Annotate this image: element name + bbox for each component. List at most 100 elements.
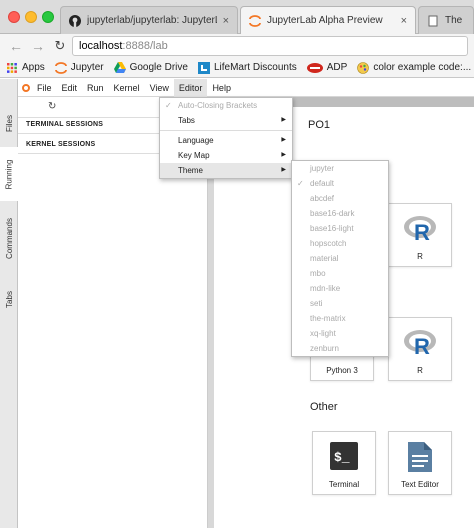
theme-option-mdn-like[interactable]: mdn-like: [292, 281, 388, 296]
bookmark-jupyter[interactable]: Jupyter: [54, 61, 104, 74]
apps-grid-icon: [6, 62, 18, 74]
theme-option-seti[interactable]: seti: [292, 296, 388, 311]
menu-run[interactable]: Run: [82, 79, 109, 97]
menu-item-key-map[interactable]: Key Map ▶: [160, 148, 292, 163]
side-tab-running[interactable]: Running: [0, 147, 18, 201]
side-tab-commands[interactable]: Commands: [0, 201, 18, 275]
bookmark-adp[interactable]: ADP: [306, 62, 348, 74]
card-label: Python 3: [326, 366, 358, 375]
bookmark-lifemart[interactable]: LifeMart Discounts: [197, 61, 297, 74]
maximize-window-button[interactable]: [42, 11, 54, 23]
reload-icon[interactable]: ↻: [50, 36, 70, 56]
menu-item-label: jupyter: [310, 164, 335, 173]
terminal-sessions-heading[interactable]: TERMINAL SESSIONS: [26, 121, 103, 128]
side-tab-files[interactable]: Files: [0, 99, 18, 147]
tab-label: The Un: [445, 15, 465, 26]
submenu-arrow-icon: ▶: [281, 137, 286, 143]
theme-option-base16-light[interactable]: base16-light: [292, 221, 388, 236]
tab-label: JupyterLab Alpha Preview: [267, 15, 383, 26]
menu-item-label: base16-dark: [310, 209, 355, 218]
theme-option-jupyter[interactable]: jupyter: [292, 161, 388, 176]
bookmark-label: ADP: [326, 62, 348, 73]
launcher-card-r-bottom[interactable]: R R: [388, 317, 452, 381]
jupyterlab-app: Files Running Commands Tabs File Edit Ru…: [0, 78, 474, 528]
browser-tab-third[interactable]: The Un: [418, 6, 474, 34]
back-icon[interactable]: ←: [6, 36, 26, 56]
kernel-sessions-heading[interactable]: KERNEL SESSIONS: [26, 141, 95, 148]
side-tab-tabs[interactable]: Tabs: [0, 275, 18, 323]
check-icon: ✓: [297, 179, 304, 188]
menu-item-label: Tabs: [178, 116, 195, 125]
check-icon: ✓: [165, 101, 172, 110]
terminal-icon: $_: [330, 442, 358, 472]
bookmark-label: Jupyter: [70, 62, 104, 73]
menu-item-label: xq-light: [310, 329, 336, 338]
menu-item-label: the-matrix: [310, 314, 346, 323]
close-window-button[interactable]: [8, 11, 20, 23]
card-label: R: [417, 252, 423, 261]
menu-item-label: Auto-Closing Brackets: [178, 101, 258, 110]
side-tab-label: Running: [4, 159, 13, 189]
theme-option-xq-light[interactable]: xq-light: [292, 326, 388, 341]
launcher-card-text-editor[interactable]: Text Editor: [388, 431, 452, 495]
bookmark-label: Google Drive: [129, 62, 188, 73]
menu-item-label: default: [310, 179, 335, 188]
menu-item-label: abcdef: [310, 194, 335, 203]
bookmark-apps[interactable]: Apps: [6, 62, 45, 74]
google-drive-icon: [113, 62, 126, 74]
color-example-icon: [357, 61, 370, 74]
address-bar: ← → ↻ localhost:8888/lab: [0, 34, 474, 58]
theme-option-base16-dark[interactable]: base16-dark: [292, 206, 388, 221]
menu-file[interactable]: File: [32, 79, 57, 97]
jupyter-icon: [54, 61, 67, 74]
text-file-icon: [408, 442, 432, 474]
menu-item-label: Theme: [178, 166, 203, 175]
theme-option-hopscotch[interactable]: hopscotch: [292, 236, 388, 251]
bookmark-label: LifeMart Discounts: [213, 62, 297, 73]
menu-edit[interactable]: Edit: [57, 79, 83, 97]
r-logo-icon: R: [403, 328, 437, 360]
side-tab-label: Files: [4, 114, 14, 132]
minimize-window-button[interactable]: [25, 11, 37, 23]
launcher-card-r-top[interactable]: R R: [388, 203, 452, 267]
theme-option-the-matrix[interactable]: the-matrix: [292, 311, 388, 326]
card-label: Terminal: [328, 480, 360, 489]
lifemart-icon: [197, 61, 210, 74]
jupyterlab-menu-bar: File Edit Run Kernel View Editor Help: [18, 78, 474, 97]
menu-help[interactable]: Help: [207, 79, 236, 97]
svg-text:$_: $_: [334, 450, 350, 465]
url-input[interactable]: localhost:8888/lab: [72, 36, 468, 56]
theme-option-zenburn[interactable]: zenburn: [292, 341, 388, 356]
bookmark-color-example[interactable]: color example code:...: [357, 61, 471, 74]
menu-item-label: Language: [178, 136, 214, 145]
close-tab-icon[interactable]: ×: [223, 15, 229, 27]
menu-item-auto-closing-brackets[interactable]: ✓ Auto-Closing Brackets: [160, 98, 292, 113]
menu-kernel[interactable]: Kernel: [109, 79, 145, 97]
launcher-card-terminal[interactable]: $_ Terminal: [312, 431, 376, 495]
menu-view[interactable]: View: [145, 79, 174, 97]
theme-option-mbo[interactable]: mbo: [292, 266, 388, 281]
theme-option-abcdef[interactable]: abcdef: [292, 191, 388, 206]
forward-icon[interactable]: →: [28, 36, 48, 56]
menu-item-label: mdn-like: [310, 284, 341, 293]
jupyter-logo-icon: [22, 83, 30, 92]
menu-item-label: seti: [310, 299, 323, 308]
side-tab-label: Commands: [4, 217, 14, 259]
side-tab-label: Tabs: [4, 290, 14, 308]
url-host: localhost: [79, 40, 123, 52]
menu-editor[interactable]: Editor: [173, 78, 208, 97]
theme-option-default[interactable]: ✓ default: [292, 176, 388, 191]
theme-option-material[interactable]: material: [292, 251, 388, 266]
close-tab-icon[interactable]: ×: [401, 15, 407, 27]
bookmarks-bar: Apps Jupyter Google Drive LifeMart Disco…: [0, 58, 474, 78]
menu-item-tabs[interactable]: Tabs ▶: [160, 113, 292, 128]
menu-item-language[interactable]: Language ▶: [160, 133, 292, 148]
refresh-icon[interactable]: ↻: [48, 101, 56, 112]
menu-item-label: material: [310, 254, 339, 263]
menu-item-theme[interactable]: Theme ▶: [160, 163, 292, 178]
tab-label: jupyterlab/jupyterlab: JupyterL: [87, 15, 217, 26]
browser-tab-jupyterlab[interactable]: JupyterLab Alpha Preview ×: [240, 6, 416, 34]
browser-tab-github[interactable]: jupyterlab/jupyterlab: JupyterL ×: [60, 6, 238, 34]
launcher-section-other: Other: [310, 401, 338, 413]
bookmark-google-drive[interactable]: Google Drive: [113, 62, 188, 74]
